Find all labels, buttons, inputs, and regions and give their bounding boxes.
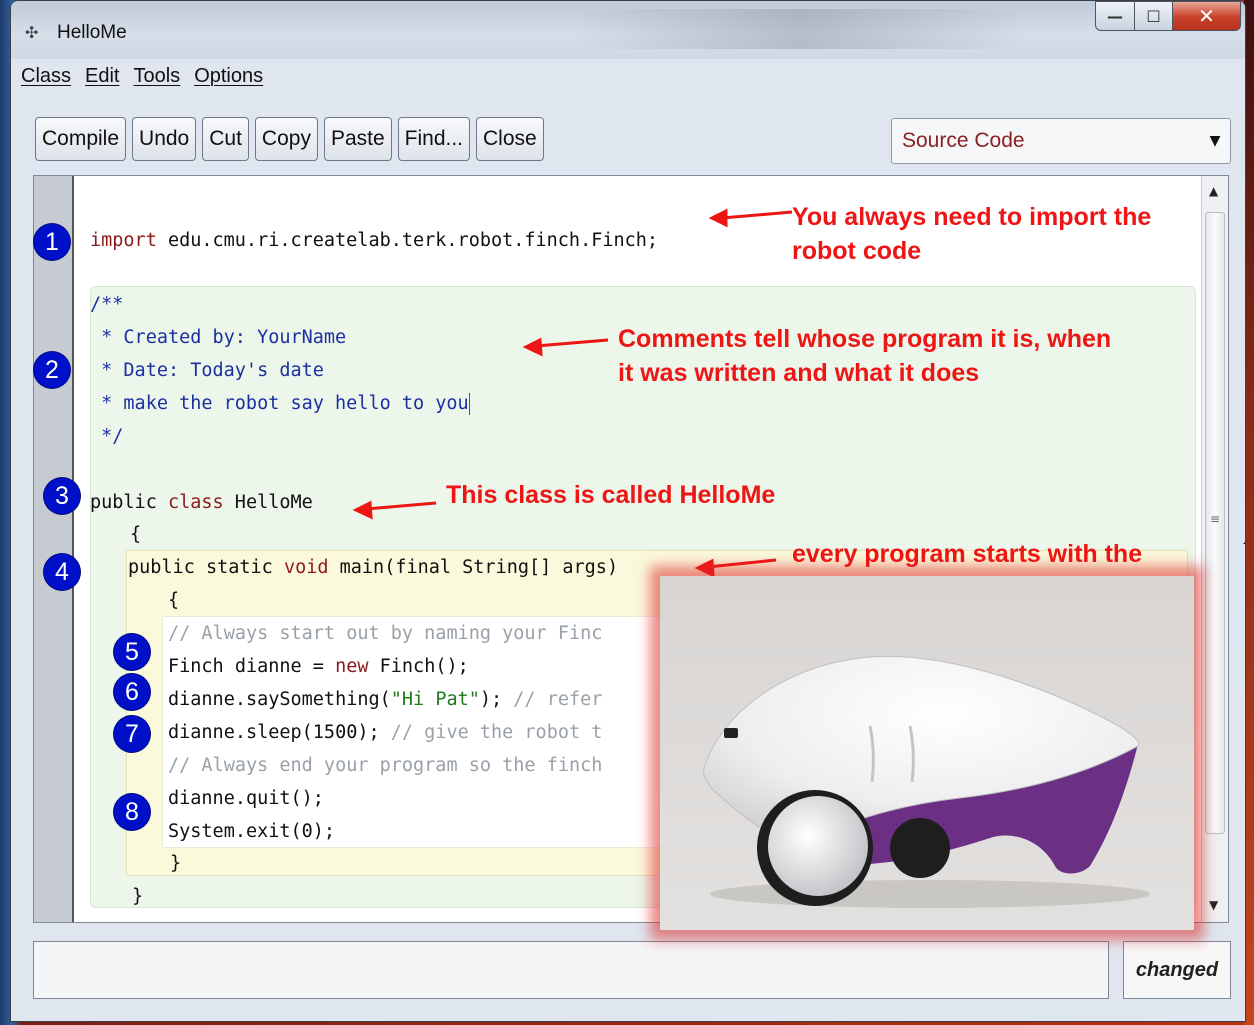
arrow-comments-head (522, 337, 543, 357)
arrow-class-head (352, 500, 373, 520)
arrow-import (721, 210, 793, 220)
annotation-comments: Comments tell whose program it is, when … (618, 325, 1112, 387)
annotation-import: You always need to import the robot code (792, 203, 1152, 265)
arrow-import-head (708, 208, 728, 228)
finch-robot-photo (660, 576, 1194, 930)
finch-robot-image (660, 576, 1194, 930)
arrow-main (707, 558, 777, 569)
annotation-main: every program starts with the (792, 540, 1143, 568)
arrow-main-head (694, 558, 715, 578)
arrow-class (365, 501, 437, 511)
annotation-class: This class is called HelloMe (446, 481, 776, 509)
arrow-comments (535, 338, 609, 348)
